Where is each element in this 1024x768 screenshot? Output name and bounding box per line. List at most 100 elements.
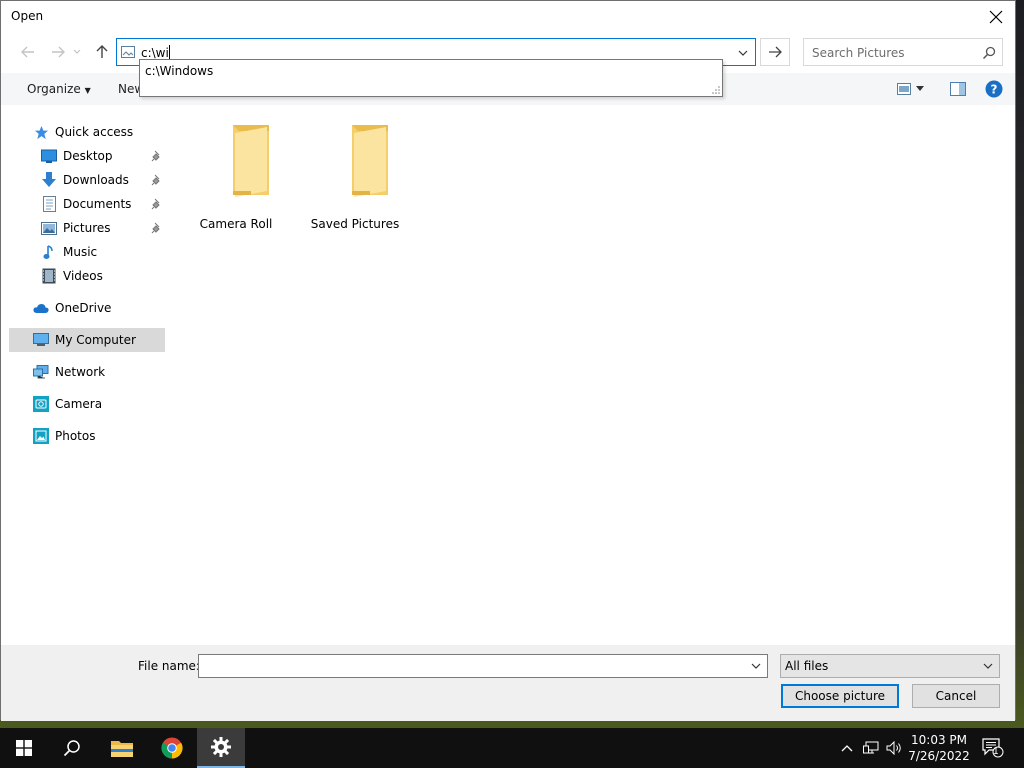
file-name-area: File name: All files Choose picture Canc… <box>1 645 1015 721</box>
pin-icon <box>151 174 160 186</box>
file-type-value: All files <box>785 659 829 673</box>
go-button[interactable] <box>760 38 790 66</box>
autocomplete-item[interactable]: c:\Windows <box>145 64 213 78</box>
recent-locations-button[interactable] <box>71 41 83 63</box>
pin-icon <box>151 198 160 210</box>
chrome-button[interactable] <box>148 728 196 768</box>
caret-down-icon <box>916 86 924 91</box>
file-type-select[interactable]: All files <box>780 654 1000 678</box>
notification-count: 1 <box>993 747 999 757</box>
preview-pane-button[interactable] <box>947 79 969 99</box>
forward-button[interactable] <box>47 41 69 63</box>
file-name-dropdown-button[interactable] <box>749 659 763 673</box>
resize-grip-icon[interactable] <box>712 86 720 94</box>
nav-item-music[interactable]: Music <box>41 240 161 264</box>
search-box[interactable]: Search Pictures <box>803 38 1003 66</box>
nav-item-downloads[interactable]: Downloads <box>41 168 161 192</box>
nav-network[interactable]: Network <box>33 360 163 384</box>
nav-network-label: Network <box>55 365 106 379</box>
file-explorer-icon <box>111 741 133 757</box>
text-cursor <box>168 45 170 59</box>
dialog-title: Open <box>11 9 44 23</box>
action-center-button[interactable]: 1 <box>980 728 1006 768</box>
chevron-down-icon <box>738 50 748 56</box>
cloud-icon <box>33 304 49 313</box>
download-icon <box>42 172 56 187</box>
view-dropdown-button[interactable] <box>913 79 927 99</box>
navigation-pane: Quick access Desktop Downloads Documents… <box>9 113 169 643</box>
nav-item-label: Downloads <box>63 173 129 187</box>
search-input[interactable]: Search Pictures <box>812 46 905 60</box>
nav-onedrive[interactable]: OneDrive <box>33 296 163 320</box>
chevron-down-icon <box>983 663 993 669</box>
organize-button[interactable]: Organize ▼ <box>27 82 91 96</box>
file-name-input[interactable] <box>198 654 768 678</box>
title-bar: Open <box>1 1 1015 33</box>
nav-item-label: Videos <box>63 269 103 283</box>
clock[interactable]: 10:03 PM 7/26/2022 <box>904 732 974 764</box>
address-dropdown-button[interactable] <box>735 45 751 61</box>
nav-my-computer[interactable]: My Computer <box>9 328 165 352</box>
wired-network-icon <box>863 741 879 754</box>
nav-camera-label: Camera <box>55 397 103 411</box>
preview-pane-icon <box>950 82 966 96</box>
search-button[interactable] <box>48 728 96 768</box>
nav-camera[interactable]: Camera <box>33 392 163 416</box>
speaker-icon <box>886 741 901 755</box>
folder-label: Saved Pictures <box>310 217 400 231</box>
nav-item-label: Music <box>63 245 98 259</box>
clock-date: 7/26/2022 <box>908 749 970 763</box>
help-icon: ? <box>985 80 1003 98</box>
document-icon <box>42 196 56 212</box>
folder-icon <box>352 125 388 197</box>
chevron-down-icon <box>751 663 761 669</box>
back-button[interactable] <box>17 41 39 63</box>
open-dialog: Open c:\wi Search Pictures Organize ▼ Ne… <box>0 0 1016 721</box>
pictures-icon <box>121 46 135 58</box>
photos-icon <box>33 428 49 444</box>
file-type-dropdown-button[interactable] <box>981 659 995 673</box>
nav-onedrive-label: OneDrive <box>55 301 112 315</box>
nav-item-label: Desktop <box>63 149 113 163</box>
settings-button[interactable] <box>197 728 245 768</box>
show-hidden-icons-button[interactable] <box>838 728 856 768</box>
file-name-label: File name: <box>138 659 200 673</box>
chevron-up-icon <box>841 745 853 752</box>
folder-item[interactable]: Camera Roll <box>181 121 291 231</box>
organize-label: Organize <box>27 82 81 96</box>
arrow-up-icon <box>96 45 108 58</box>
address-input[interactable]: c:\wi <box>141 45 701 60</box>
camera-icon <box>33 396 49 412</box>
pin-icon <box>151 150 160 162</box>
clock-time: 10:03 PM <box>911 733 967 747</box>
nav-photos-label: Photos <box>55 429 96 443</box>
nav-photos[interactable]: Photos <box>33 424 163 448</box>
view-options-button[interactable] <box>893 79 915 99</box>
start-button[interactable] <box>0 728 48 768</box>
close-icon <box>989 10 1003 24</box>
folder-label: Camera Roll <box>199 217 273 231</box>
nav-my-computer-label: My Computer <box>55 333 136 347</box>
star-icon <box>34 125 48 139</box>
nav-item-desktop[interactable]: Desktop <box>41 144 161 168</box>
nav-item-pictures[interactable]: Pictures <box>41 216 161 240</box>
network-status-button[interactable] <box>860 728 882 768</box>
nav-item-videos[interactable]: Videos <box>41 264 161 288</box>
help-button[interactable]: ? <box>983 79 1005 99</box>
search-icon <box>982 46 996 60</box>
file-explorer-button[interactable] <box>98 728 146 768</box>
nav-quick-access[interactable]: Quick access <box>33 120 163 144</box>
desktop-icon <box>41 149 57 163</box>
folder-item[interactable]: Saved Pictures <box>300 121 410 231</box>
pictures-icon <box>41 221 57 235</box>
up-button[interactable] <box>91 41 113 63</box>
nav-item-label: Documents <box>63 197 132 211</box>
view-icon <box>897 83 911 95</box>
choose-picture-button[interactable]: Choose picture <box>781 684 899 708</box>
folder-icon <box>233 125 269 197</box>
cancel-button[interactable]: Cancel <box>912 684 1000 708</box>
nav-item-documents[interactable]: Documents <box>41 192 161 216</box>
volume-button[interactable] <box>884 728 906 768</box>
close-button[interactable] <box>983 5 1009 29</box>
pin-icon <box>151 222 160 234</box>
